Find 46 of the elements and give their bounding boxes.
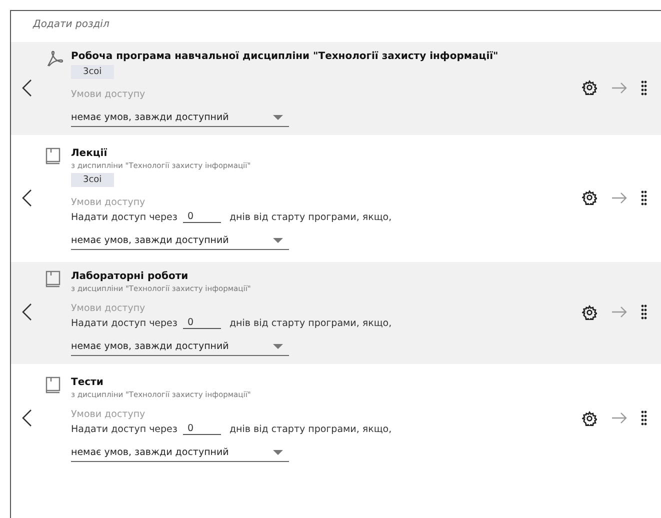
drag-handle-icon[interactable]	[641, 80, 647, 96]
days-field[interactable]: 0	[183, 317, 222, 329]
book-icon	[45, 376, 61, 394]
drag-handle-icon[interactable]	[641, 410, 647, 426]
access-label: Умови доступу	[71, 409, 146, 420]
caret-down-icon[interactable]	[273, 344, 283, 350]
section-title: Лекції	[71, 148, 108, 159]
settings-icon[interactable]	[582, 80, 597, 95]
condition-dropdown[interactable]: немає умов, завжди доступний	[71, 112, 289, 127]
access-label: Умови доступу	[71, 89, 146, 100]
settings-icon[interactable]	[582, 190, 597, 205]
days-field[interactable]: 0	[183, 423, 222, 435]
section-title: Робоча програма навчальної дисципліни "Технології захисту інформації"	[71, 51, 498, 62]
group-tag: 3соі	[71, 65, 114, 79]
book-icon	[45, 270, 61, 288]
caret-down-icon[interactable]	[273, 450, 283, 456]
delay-suffix: днів від старту програми, якщо,	[229, 318, 392, 328]
days-field[interactable]: 0	[183, 211, 222, 223]
delay-suffix: днів від старту програми, якщо,	[229, 212, 392, 222]
condition-dropdown[interactable]: немає умов, завжди доступний	[71, 235, 289, 250]
add-section-link[interactable]: Додати розділ	[11, 11, 661, 42]
chevron-left-icon[interactable]	[21, 188, 33, 206]
condition-dropdown[interactable]: немає умов, завжди доступний	[71, 447, 289, 462]
section-title: Лабораторні роботи	[71, 271, 188, 282]
caret-down-icon[interactable]	[273, 114, 283, 120]
chevron-left-icon[interactable]	[21, 409, 33, 427]
group-tag: 3соі	[71, 173, 114, 187]
chevron-left-icon[interactable]	[21, 303, 33, 321]
access-label: Умови доступу	[71, 197, 146, 208]
settings-icon[interactable]	[582, 304, 597, 320]
chevron-left-icon[interactable]	[21, 78, 33, 96]
book-icon	[45, 147, 61, 165]
section-title: Тести	[71, 377, 104, 388]
arrow-right-icon[interactable]	[611, 412, 627, 424]
delay-suffix: днів від старту програми, якщо,	[229, 424, 392, 434]
delay-label: Надати доступ через	[71, 424, 178, 434]
pdf-icon	[45, 50, 63, 68]
arrow-right-icon[interactable]	[611, 192, 627, 204]
drag-handle-icon[interactable]	[641, 190, 647, 206]
delay-label: Надати доступ через	[71, 318, 178, 328]
caret-down-icon[interactable]	[273, 238, 283, 244]
drag-handle-icon[interactable]	[641, 304, 647, 320]
delay-label: Надати доступ через	[71, 212, 178, 222]
access-label: Умови доступу	[71, 303, 146, 314]
condition-dropdown[interactable]: немає умов, завжди доступний	[71, 341, 289, 356]
settings-icon[interactable]	[582, 410, 597, 426]
